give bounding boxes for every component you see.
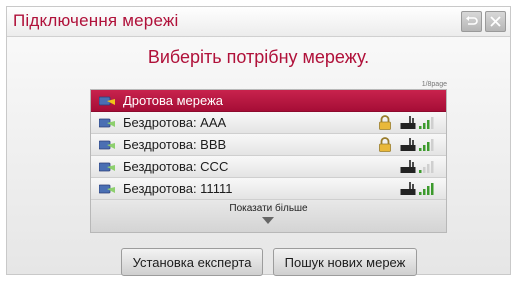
title-bar: Підключення мережі: [7, 7, 510, 37]
page-indicator: 1/8page: [421, 81, 447, 88]
chevron-down-icon: [262, 217, 274, 224]
network-label: Бездротова: 11111: [123, 181, 233, 196]
lock-icon: [379, 137, 391, 152]
router-icon: [400, 116, 416, 129]
expert-setup-button[interactable]: Установка експерта: [121, 248, 263, 276]
lock-icon: [379, 115, 391, 130]
network-row-ccc[interactable]: Бездротова: CCC: [91, 156, 446, 178]
wireless-network-icon: [99, 118, 115, 128]
network-label: Бездротова: BBB: [123, 137, 227, 152]
back-button[interactable]: [461, 11, 482, 32]
signal-strength-icon: [419, 139, 434, 151]
page-heading: Виберіть потрібну мережу.: [147, 47, 370, 67]
wireless-network-icon: [99, 184, 115, 194]
network-row-11111[interactable]: Бездротова: 11111: [91, 178, 446, 200]
network-row-aaa[interactable]: Бездротова: AAA: [91, 112, 446, 134]
signal-strength-icon: [419, 117, 434, 129]
network-connection-dialog: Підключення мережі Виберіть потрібну мер…: [6, 6, 511, 276]
network-label: Дротова мережа: [123, 93, 224, 108]
back-arrow-icon: [466, 16, 478, 25]
router-icon: [400, 182, 416, 195]
network-label: Бездротова: AAA: [123, 115, 227, 130]
show-more-button[interactable]: Показати більше: [91, 200, 446, 232]
network-row-wired[interactable]: Дротова мережа: [91, 90, 446, 112]
window-title: Підключення мережі: [13, 11, 179, 30]
search-networks-button[interactable]: Пошук нових мереж: [273, 248, 417, 276]
network-label: Бездротова: CCC: [123, 159, 229, 174]
close-icon: [490, 16, 501, 27]
router-icon: [400, 138, 416, 151]
wireless-network-icon: [99, 140, 115, 150]
close-button[interactable]: [485, 11, 506, 32]
signal-strength-icon: [419, 183, 434, 195]
wired-network-icon: [99, 96, 115, 106]
network-row-bbb[interactable]: Бездротова: BBB: [91, 134, 446, 156]
network-list: Дротова мережа Бездротова: AAA Бездротов…: [90, 89, 447, 233]
show-more-label: Показати більше: [229, 203, 308, 214]
router-icon: [400, 160, 416, 173]
signal-strength-icon: [419, 161, 434, 173]
wireless-network-icon: [99, 162, 115, 172]
